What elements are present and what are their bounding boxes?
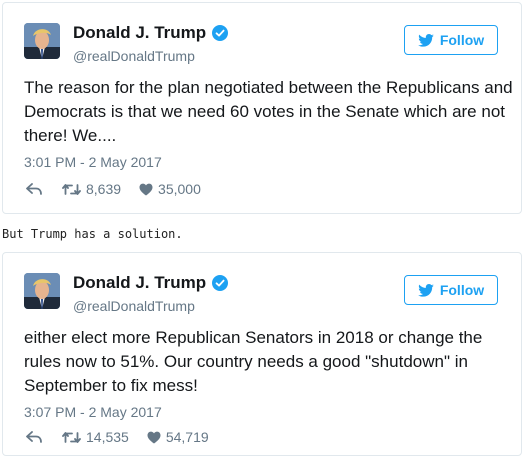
heart-icon (139, 183, 153, 196)
heart-icon (147, 431, 161, 444)
follow-label: Follow (439, 32, 485, 48)
avatar[interactable] (24, 23, 60, 59)
follow-label: Follow (439, 282, 485, 298)
reply-button[interactable] (26, 183, 42, 195)
like-count: 35,000 (158, 181, 201, 197)
tweet-text: The reason for the plan negotiated betwe… (24, 78, 513, 145)
retweet-icon (62, 183, 81, 196)
like-button[interactable]: 35,000 (139, 181, 201, 197)
follow-button[interactable]: Follow (404, 25, 498, 55)
avatar[interactable] (24, 273, 60, 309)
retweet-count: 14,535 (86, 429, 129, 445)
reply-button[interactable] (26, 431, 42, 443)
retweet-count: 8,639 (86, 181, 122, 197)
display-name[interactable]: Donald J. Trump (73, 273, 206, 293)
verified-badge-icon (212, 275, 229, 291)
reply-arrow-icon (26, 431, 42, 443)
user-handle[interactable]: @realDonaldTrump (73, 297, 195, 315)
tweet-card: Donald J. Trump @realDonaldTrump Follow … (2, 252, 522, 456)
twitter-bird-icon (418, 283, 434, 297)
retweet-button[interactable]: 8,639 (62, 181, 121, 197)
tweet-timestamp[interactable]: 3:01 PM - 2 May 2017 (24, 153, 162, 171)
like-button[interactable]: 54,719 (147, 429, 209, 445)
display-name[interactable]: Donald J. Trump (73, 23, 206, 43)
author-row: Donald J. Trump (73, 23, 229, 43)
retweet-icon (62, 431, 81, 444)
caption-text: But Trump has a solution. (2, 227, 183, 241)
retweet-button[interactable]: 14,535 (62, 429, 129, 445)
tweet-card: Donald J. Trump @realDonaldTrump Follow … (2, 2, 522, 214)
tweet-actions: 14,535 54,719 (26, 429, 209, 445)
tweet-actions: 8,639 35,000 (26, 181, 201, 197)
follow-button[interactable]: Follow (404, 275, 498, 305)
user-handle[interactable]: @realDonaldTrump (73, 47, 195, 65)
like-count: 54,719 (165, 429, 209, 445)
tweet-timestamp[interactable]: 3:07 PM - 2 May 2017 (24, 403, 162, 421)
author-row: Donald J. Trump (73, 273, 229, 293)
reply-arrow-icon (26, 183, 42, 195)
twitter-bird-icon (418, 33, 434, 47)
verified-badge-icon (212, 25, 229, 41)
tweet-text: either elect more Republican Senators in… (24, 328, 483, 395)
